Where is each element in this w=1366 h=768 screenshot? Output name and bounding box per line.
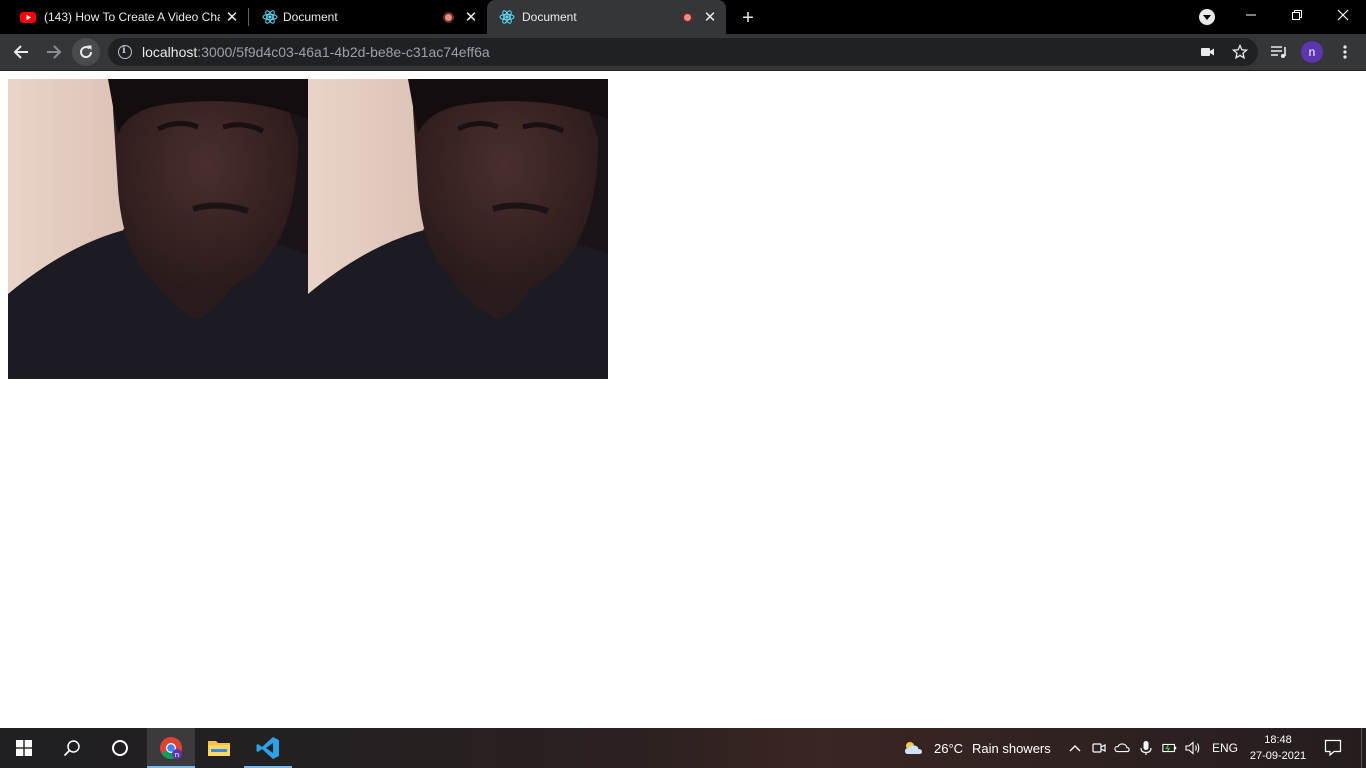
tab-title: (143) How To Create A Video Cha <box>44 10 220 24</box>
minimize-button[interactable] <box>1228 0 1274 30</box>
local-video <box>8 79 308 379</box>
recording-indicator-icon <box>682 12 693 23</box>
tab-title: Document <box>522 10 577 24</box>
tab-close-button[interactable]: ✕ <box>223 8 241 26</box>
taskbar-search-button[interactable] <box>48 728 96 768</box>
reload-icon <box>80 45 93 59</box>
volume-icon[interactable] <box>1185 740 1201 756</box>
notification-center-icon[interactable] <box>1324 739 1342 757</box>
camera-in-use-icon[interactable] <box>1194 38 1222 66</box>
url-text: localhost:3000/5f9d4c03-46a1-4b2d-be8e-c… <box>142 44 490 60</box>
microphone-icon[interactable] <box>1138 740 1154 756</box>
start-button[interactable] <box>0 728 48 768</box>
meet-now-icon[interactable] <box>1091 740 1107 756</box>
taskbar-chrome[interactable]: n <box>147 728 195 768</box>
cortana-icon <box>112 740 128 756</box>
chevron-up-icon[interactable] <box>1067 740 1083 756</box>
tab-document-2-active[interactable]: Document ✕ <box>487 0 726 34</box>
url-host: localhost <box>142 44 198 60</box>
clock-time: 18:48 <box>1264 734 1292 746</box>
input-language[interactable]: ENG <box>1212 741 1238 755</box>
recording-indicator-icon <box>443 12 454 23</box>
react-icon <box>499 9 515 25</box>
battery-icon[interactable] <box>1162 740 1178 756</box>
media-control-button[interactable] <box>1265 38 1293 66</box>
tab-strip: (143) How To Create A Video Cha ✕ Docume… <box>0 0 1366 34</box>
forward-arrow-icon <box>47 45 62 59</box>
page-content <box>0 71 1366 728</box>
remote-video <box>308 79 608 379</box>
restore-button[interactable] <box>1274 0 1320 30</box>
tab-separator <box>248 8 249 26</box>
clock-date: 27-09-2021 <box>1249 750 1307 762</box>
taskbar-file-explorer[interactable] <box>195 728 243 768</box>
tab-close-button[interactable]: ✕ <box>701 8 719 26</box>
system-clock[interactable]: 18:48 27-09-2021 <box>1244 732 1312 764</box>
chrome-icon: n <box>160 737 182 759</box>
cortana-button[interactable] <box>96 728 144 768</box>
forward-button[interactable] <box>40 38 68 66</box>
file-explorer-icon <box>208 741 230 756</box>
media-queue-icon <box>1271 46 1286 58</box>
react-icon <box>262 9 278 25</box>
site-info-icon[interactable] <box>118 45 132 59</box>
close-window-button[interactable] <box>1320 0 1366 30</box>
taskbar-vscode[interactable] <box>244 728 292 768</box>
weather-temp[interactable]: 26°C <box>934 741 963 756</box>
weather-cloud-icon[interactable] <box>902 738 924 758</box>
webcam-frame-image <box>308 79 608 379</box>
address-bar[interactable]: localhost:3000/5f9d4c03-46a1-4b2d-be8e-c… <box>108 38 1258 66</box>
reload-button[interactable] <box>72 38 100 66</box>
url-path: :3000/5f9d4c03-46a1-4b2d-be8e-c31ac74eff… <box>197 44 490 60</box>
windows-taskbar: n 26°C Rain showers ENG 18:48 27-09-2021 <box>0 728 1366 768</box>
tab-youtube[interactable]: (143) How To Create A Video Cha ✕ <box>8 0 246 34</box>
webcam-frame-image <box>8 79 308 379</box>
new-tab-button[interactable]: + <box>736 6 760 30</box>
svg-text:n: n <box>175 751 179 759</box>
profile-avatar[interactable]: n <box>1301 41 1323 63</box>
onedrive-cloud-icon[interactable] <box>1114 740 1130 756</box>
weather-condition[interactable]: Rain showers <box>972 741 1051 756</box>
youtube-icon <box>20 9 36 25</box>
tab-search-icon[interactable] <box>1199 9 1215 25</box>
search-icon <box>63 740 80 757</box>
browser-toolbar: localhost:3000/5f9d4c03-46a1-4b2d-be8e-c… <box>0 34 1366 71</box>
windows-start-icon <box>16 740 32 756</box>
back-arrow-icon <box>13 45 28 59</box>
tab-document-1[interactable]: Document ✕ <box>250 0 486 34</box>
bookmark-star-icon[interactable] <box>1226 38 1254 66</box>
back-button[interactable] <box>7 38 35 66</box>
tab-close-button[interactable]: ✕ <box>462 8 480 26</box>
show-desktop-button[interactable] <box>1361 728 1366 768</box>
menu-kebab-icon[interactable] <box>1331 38 1359 66</box>
vscode-icon <box>256 737 279 759</box>
tab-title: Document <box>283 10 338 24</box>
